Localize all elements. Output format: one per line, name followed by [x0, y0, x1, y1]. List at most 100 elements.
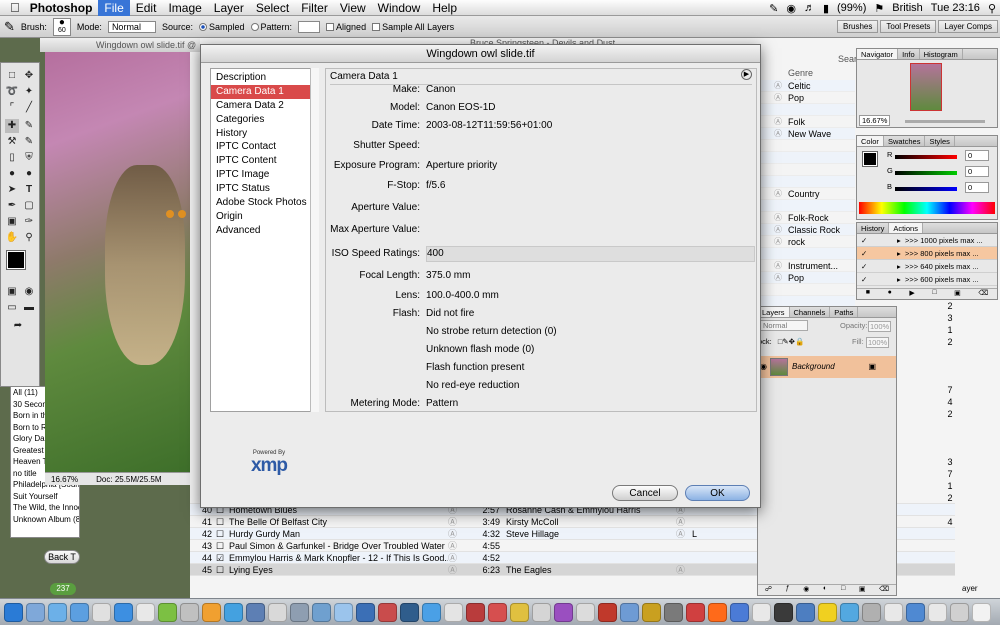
- channel-slider-b[interactable]: [895, 187, 957, 191]
- crop-tool-icon[interactable]: ⌜: [5, 101, 19, 115]
- source-item[interactable]: Unknown Album (8): [13, 514, 79, 526]
- tab-history[interactable]: History: [857, 223, 890, 233]
- lock-icons[interactable]: □✎✥🔒: [778, 337, 804, 346]
- well-tab-layer-comps[interactable]: Layer Comps: [938, 20, 998, 33]
- arrow-link-icon[interactable]: Ⓐ: [774, 236, 782, 248]
- category-item[interactable]: IPTC Image: [211, 168, 318, 182]
- arrow-link-icon[interactable]: [676, 552, 692, 563]
- spotlight-icon[interactable]: ⚲: [984, 2, 1000, 15]
- navigator-thumbnail[interactable]: [910, 63, 942, 111]
- genre-cell[interactable]: Ⓐ Pop: [760, 92, 855, 104]
- tab-info[interactable]: Info: [898, 49, 920, 59]
- dock-app-icon[interactable]: [466, 602, 485, 622]
- arrow-link-icon[interactable]: [676, 540, 692, 551]
- source-item[interactable]: Suit Yourself: [13, 491, 79, 503]
- dock-app-icon[interactable]: [598, 602, 617, 622]
- genre-cell[interactable]: Ⓐ Folk-Rock: [760, 212, 855, 224]
- dock-app-icon[interactable]: [774, 602, 793, 622]
- channel-value[interactable]: 0: [965, 166, 989, 177]
- track-checkbox[interactable]: ☐: [216, 516, 226, 527]
- arrow-link-icon[interactable]: Ⓐ: [676, 564, 692, 575]
- category-item[interactable]: Advanced: [211, 224, 318, 238]
- dock-app-icon[interactable]: [180, 602, 199, 622]
- genre-cell[interactable]: [760, 164, 855, 176]
- airport-icon[interactable]: ◉: [782, 2, 800, 15]
- category-item[interactable]: Categories: [211, 113, 318, 127]
- category-scrollbar[interactable]: [310, 68, 319, 412]
- move-tool-icon[interactable]: ✥: [22, 69, 36, 83]
- pen-tool-icon[interactable]: ✒: [5, 199, 19, 213]
- dock-app-icon[interactable]: [268, 602, 287, 622]
- arrow-link-icon[interactable]: Ⓐ: [448, 528, 464, 539]
- trash-icon[interactable]: ⌫: [978, 289, 988, 299]
- category-item[interactable]: Description: [211, 71, 318, 85]
- dock-app-icon[interactable]: [730, 602, 749, 622]
- navigator-zoom-slider[interactable]: [905, 120, 985, 123]
- arrow-link-icon[interactable]: Ⓐ: [774, 92, 782, 104]
- track-checkbox[interactable]: ☐: [216, 528, 226, 539]
- brush-tool-icon[interactable]: ✎: [22, 119, 36, 133]
- dock-app-icon[interactable]: [862, 602, 881, 622]
- tab-swatches[interactable]: Swatches: [884, 136, 926, 146]
- dock-app-icon[interactable]: [620, 602, 639, 622]
- dock-app-icon[interactable]: [158, 602, 177, 622]
- zoom-readout[interactable]: 16.67%: [51, 475, 78, 484]
- category-item[interactable]: Origin: [211, 210, 318, 224]
- arrow-link-icon[interactable]: Ⓐ: [448, 540, 464, 551]
- scripts-icon[interactable]: ✎: [765, 2, 782, 15]
- genre-cell[interactable]: Ⓐ Country: [760, 188, 855, 200]
- battery-icon[interactable]: ▮: [819, 2, 833, 15]
- ok-button[interactable]: OK: [685, 485, 750, 501]
- channel-value[interactable]: 0: [965, 150, 989, 161]
- genre-cell[interactable]: [760, 104, 855, 116]
- channel-slider-g[interactable]: [895, 171, 957, 175]
- jump-to-imageready-icon[interactable]: ➦: [11, 319, 25, 333]
- action-item[interactable]: ✓ ▸ >>> 600 pixels max ...: [857, 273, 997, 286]
- fullscreen-mode-icon[interactable]: ▬: [22, 301, 36, 315]
- keyboard-layout[interactable]: British: [888, 2, 927, 14]
- eraser-tool-icon[interactable]: ▯: [5, 151, 19, 165]
- tab-layers[interactable]: Layers: [758, 307, 790, 317]
- color-fg-swatch[interactable]: [862, 151, 878, 167]
- dock-app-icon[interactable]: [92, 602, 111, 622]
- arrow-link-icon[interactable]: Ⓐ: [774, 116, 782, 128]
- dock-app-icon[interactable]: [444, 602, 463, 622]
- menu-select[interactable]: Select: [250, 0, 295, 16]
- arrow-link-icon[interactable]: Ⓐ: [774, 272, 782, 284]
- dock-app-icon[interactable]: [818, 602, 837, 622]
- arrow-link-icon[interactable]: Ⓐ: [774, 224, 782, 236]
- zoom-tool-icon[interactable]: ⚲: [22, 231, 36, 245]
- hand-tool-icon[interactable]: ✋: [5, 231, 19, 245]
- genre-cell[interactable]: Ⓐ Pop: [760, 272, 855, 284]
- action-item[interactable]: ✓ ▸ >>> 640 pixels max ...: [857, 260, 997, 273]
- cancel-button[interactable]: Cancel: [612, 485, 678, 501]
- history-brush-icon[interactable]: ✎: [22, 135, 36, 149]
- layer-style-icon[interactable]: ƒ: [786, 585, 790, 595]
- shape-tool-icon[interactable]: ▢: [22, 199, 36, 213]
- genre-cell[interactable]: Ⓐ Instrument...: [760, 260, 855, 272]
- menu-window[interactable]: Window: [372, 0, 427, 16]
- dock-app-icon[interactable]: [334, 602, 353, 622]
- genre-cell[interactable]: [760, 200, 855, 212]
- dock-app-icon[interactable]: [312, 602, 331, 622]
- clone-stamp-icon[interactable]: ⚒: [5, 135, 19, 149]
- category-item[interactable]: Adobe Stock Photos: [211, 196, 318, 210]
- healing-brush-icon[interactable]: ✚: [5, 119, 19, 133]
- genre-cell[interactable]: [760, 176, 855, 188]
- stop-icon[interactable]: ■: [866, 289, 870, 299]
- dock-app-icon[interactable]: [642, 602, 661, 622]
- arrow-link-icon[interactable]: Ⓐ: [448, 552, 464, 563]
- slice-tool-icon[interactable]: ╱: [22, 101, 36, 115]
- genre-cell[interactable]: Ⓐrock: [760, 236, 855, 248]
- category-item[interactable]: IPTC Content: [211, 154, 318, 168]
- navigator-zoom-value[interactable]: 16.67%: [859, 115, 891, 126]
- sample-all-checkbox[interactable]: Sample All Layers: [372, 22, 454, 32]
- dock-app-icon[interactable]: [708, 602, 727, 622]
- menu-edit[interactable]: Edit: [130, 0, 163, 16]
- arrow-link-icon[interactable]: Ⓐ: [448, 564, 464, 575]
- tab-paths[interactable]: Paths: [830, 307, 859, 317]
- tool-preset-icon[interactable]: ✎: [4, 19, 15, 35]
- foreground-color-swatch[interactable]: [6, 250, 26, 270]
- lasso-tool-icon[interactable]: ➰: [5, 85, 19, 99]
- dock-app-icon[interactable]: [114, 602, 133, 622]
